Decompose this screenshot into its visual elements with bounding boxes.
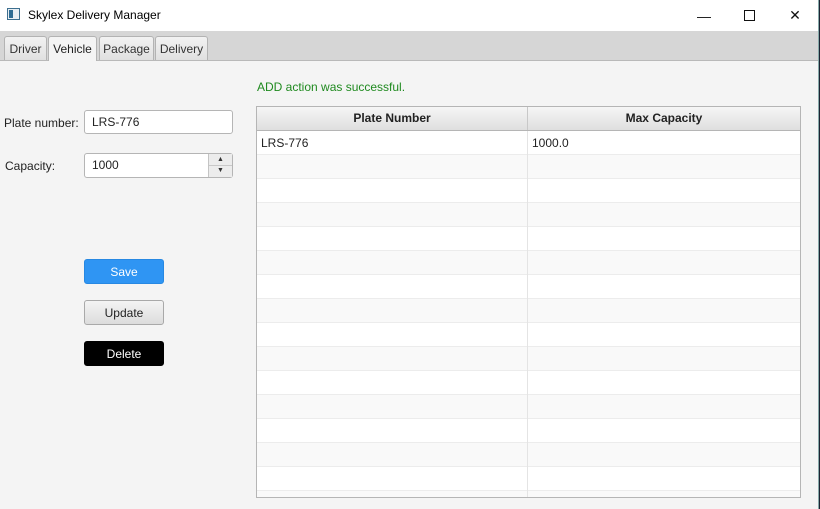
table-row[interactable] — [257, 203, 800, 227]
table-row[interactable] — [257, 155, 800, 179]
arrow-up-icon: ▲ — [217, 156, 224, 163]
capacity-label: Capacity: — [5, 159, 56, 173]
cell-plate-number — [257, 491, 528, 497]
cell-plate-number — [257, 299, 528, 323]
plate-number-input[interactable]: LRS-776 — [84, 110, 233, 134]
cell-plate-number — [257, 347, 528, 371]
table-row[interactable] — [257, 419, 800, 443]
app-window: Skylex Delivery Manager — ✕ Driver Vehic… — [0, 0, 819, 509]
table-row[interactable]: LRS-776 1000.0 — [257, 131, 800, 155]
table-row[interactable] — [257, 347, 800, 371]
table-row[interactable] — [257, 467, 800, 491]
cell-plate-number — [257, 323, 528, 347]
cell-max-capacity — [528, 395, 800, 419]
cell-max-capacity — [528, 467, 800, 491]
cell-max-capacity — [528, 155, 800, 179]
cell-plate-number — [257, 419, 528, 443]
column-header-max-capacity[interactable]: Max Capacity — [528, 107, 800, 130]
cell-max-capacity — [528, 491, 800, 497]
table-header: Plate Number Max Capacity — [257, 107, 800, 131]
vehicle-table[interactable]: Plate Number Max Capacity LRS-776 1000.0 — [256, 106, 801, 498]
minimize-button[interactable]: — — [681, 0, 727, 31]
table-body: LRS-776 1000.0 — [257, 131, 800, 497]
table-row[interactable] — [257, 491, 800, 497]
cell-plate-number — [257, 179, 528, 203]
cell-max-capacity — [528, 419, 800, 443]
table-row[interactable] — [257, 275, 800, 299]
table-row[interactable] — [257, 371, 800, 395]
table-row[interactable] — [257, 227, 800, 251]
window-title: Skylex Delivery Manager — [28, 8, 161, 22]
table-row[interactable] — [257, 251, 800, 275]
cell-plate-number — [257, 203, 528, 227]
cell-max-capacity — [528, 347, 800, 371]
spinner-buttons: ▲ ▼ — [208, 154, 232, 177]
cell-max-capacity — [528, 371, 800, 395]
tab-driver[interactable]: Driver — [4, 36, 47, 60]
maximize-icon — [743, 10, 755, 21]
maximize-button[interactable] — [726, 0, 772, 31]
spinner-down-button[interactable]: ▼ — [209, 165, 232, 176]
cell-max-capacity — [528, 227, 800, 251]
table-row[interactable] — [257, 323, 800, 347]
capacity-value[interactable]: 1000 — [92, 154, 119, 177]
cell-plate-number: LRS-776 — [257, 131, 528, 155]
cell-plate-number — [257, 443, 528, 467]
tab-vehicle[interactable]: Vehicle — [48, 36, 97, 61]
cell-max-capacity — [528, 251, 800, 275]
tab-package[interactable]: Package — [99, 36, 154, 60]
cell-plate-number — [257, 467, 528, 491]
cell-plate-number — [257, 227, 528, 251]
table-row[interactable] — [257, 395, 800, 419]
minimize-icon: — — [697, 7, 711, 24]
table-row[interactable] — [257, 443, 800, 467]
tab-delivery[interactable]: Delivery — [155, 36, 208, 60]
table-row[interactable] — [257, 299, 800, 323]
cell-plate-number — [257, 275, 528, 299]
arrow-down-icon: ▼ — [217, 167, 224, 174]
table-row[interactable] — [257, 179, 800, 203]
close-icon: ✕ — [789, 7, 801, 23]
update-button[interactable]: Update — [84, 300, 164, 325]
capacity-spinner[interactable]: 1000 ▲ ▼ — [84, 153, 233, 178]
app-icon — [7, 8, 20, 20]
cell-plate-number — [257, 395, 528, 419]
cell-max-capacity — [528, 179, 800, 203]
cell-max-capacity — [528, 299, 800, 323]
tab-bar: Driver Vehicle Package Delivery — [0, 31, 818, 61]
column-header-plate-number[interactable]: Plate Number — [257, 107, 528, 130]
title-bar[interactable]: Skylex Delivery Manager — ✕ — [0, 0, 818, 31]
status-message: ADD action was successful. — [257, 80, 406, 94]
cell-max-capacity — [528, 323, 800, 347]
cell-max-capacity: 1000.0 — [532, 136, 569, 150]
close-button[interactable]: ✕ — [772, 0, 818, 31]
cell-plate-number — [257, 251, 528, 275]
plate-number-label: Plate number: — [4, 116, 79, 130]
cell-max-capacity — [528, 443, 800, 467]
cell-plate-number — [257, 371, 528, 395]
save-button[interactable]: Save — [84, 259, 164, 284]
cell-plate-number — [257, 155, 528, 179]
cell-max-capacity — [528, 203, 800, 227]
cell-max-capacity — [528, 275, 800, 299]
delete-button[interactable]: Delete — [84, 341, 164, 366]
